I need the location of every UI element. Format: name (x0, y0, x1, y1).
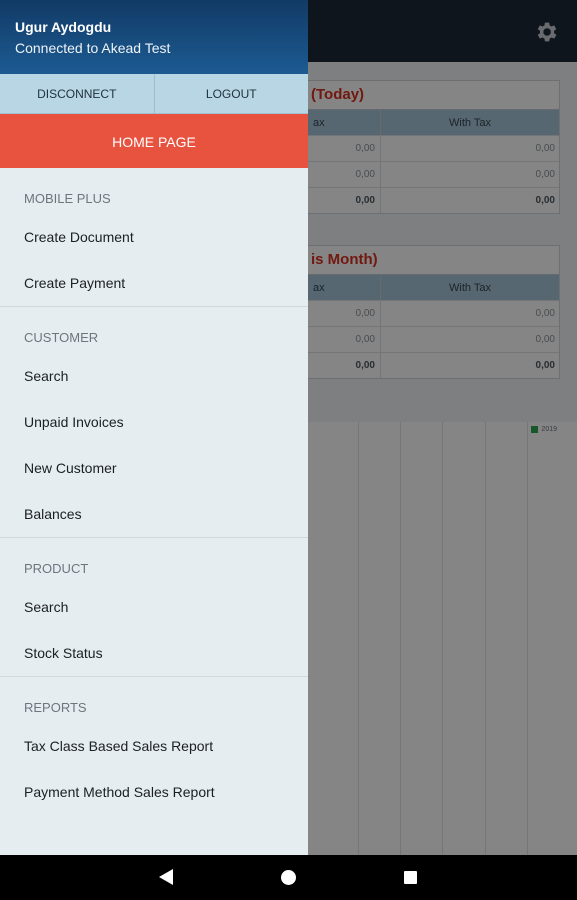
section-title: MOBILE PLUS (24, 191, 111, 206)
navigation-drawer: Ugur Aydogdu Connected to Akead Test DIS… (0, 0, 308, 855)
session-buttons: DISCONNECT LOGOUT (0, 74, 308, 114)
menu-item-balances[interactable]: Balances (0, 491, 308, 537)
menu-item-customer-search[interactable]: Search (0, 353, 308, 399)
section-mobile-plus: MOBILE PLUS Create Document Create Payme… (0, 168, 308, 307)
menu-item-payment-method-report[interactable]: Payment Method Sales Report (0, 769, 308, 815)
section-title: PRODUCT (24, 561, 89, 576)
system-navigation-bar (0, 855, 577, 900)
section-title: CUSTOMER (24, 330, 99, 345)
disconnect-button[interactable]: DISCONNECT (0, 74, 155, 113)
menu-item-create-payment[interactable]: Create Payment (0, 260, 308, 306)
recents-icon[interactable] (404, 871, 417, 884)
menu-item-product-search[interactable]: Search (0, 584, 308, 630)
user-name: Ugur Aydogdu (15, 19, 112, 35)
home-page-button[interactable]: HOME PAGE (0, 114, 308, 168)
menu-item-tax-class-report[interactable]: Tax Class Based Sales Report (0, 723, 308, 769)
menu-item-new-customer[interactable]: New Customer (0, 445, 308, 491)
menu-item-unpaid-invoices[interactable]: Unpaid Invoices (0, 399, 308, 445)
menu-item-create-document[interactable]: Create Document (0, 214, 308, 260)
section-reports: REPORTS Tax Class Based Sales Report Pay… (0, 677, 308, 815)
drawer-header: Ugur Aydogdu Connected to Akead Test (0, 0, 308, 74)
menu-item-stock-status[interactable]: Stock Status (0, 630, 308, 676)
logout-button[interactable]: LOGOUT (155, 74, 309, 113)
section-product: PRODUCT Search Stock Status (0, 538, 308, 677)
home-icon[interactable] (281, 870, 296, 885)
back-icon[interactable] (159, 869, 173, 885)
section-title: REPORTS (24, 700, 87, 715)
connection-status: Connected to Akead Test (15, 40, 171, 56)
section-customer: CUSTOMER Search Unpaid Invoices New Cust… (0, 307, 308, 538)
